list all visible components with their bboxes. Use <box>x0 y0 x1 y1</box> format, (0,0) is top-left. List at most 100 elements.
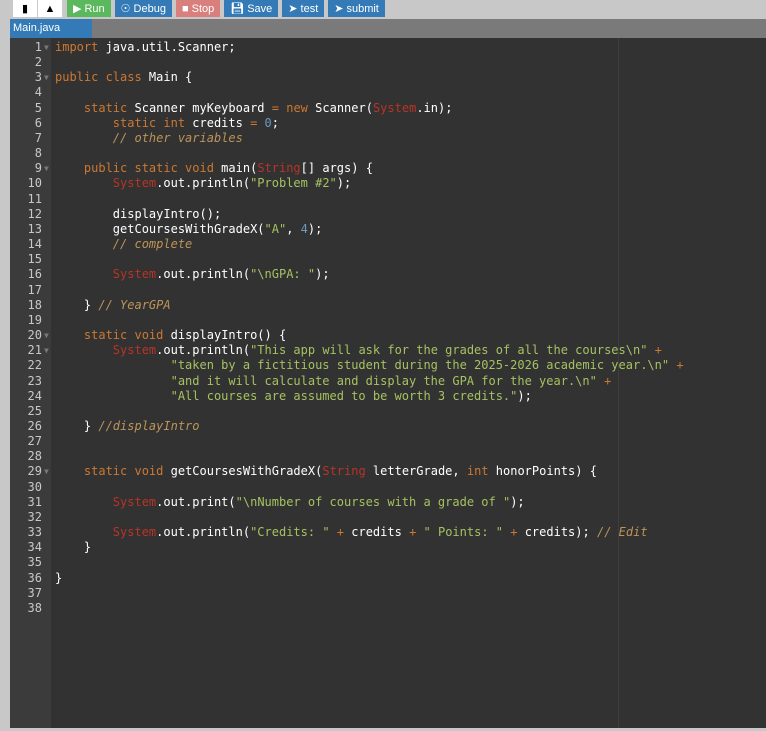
code-line[interactable]: 37 <box>10 586 766 601</box>
code-text: displayIntro(); <box>55 207 221 222</box>
code-line[interactable]: 11 <box>10 192 766 207</box>
token-comment: // complete <box>112 237 193 252</box>
token-comment: // YearGPA <box>98 297 171 312</box>
submit-button[interactable]: ➤ submit <box>328 0 385 17</box>
code-line[interactable]: 13 getCoursesWithGradeX("A", 4); <box>10 222 766 237</box>
line-number: 5 <box>34 100 42 115</box>
line-number: 19 <box>27 312 42 327</box>
stop-button[interactable]: ■ Stop <box>175 0 221 17</box>
code-line[interactable]: 34 } <box>10 540 766 555</box>
line-number: 15 <box>27 252 42 267</box>
code-line[interactable]: 16 System.out.println("\nGPA: "); <box>10 267 766 282</box>
save-button[interactable]: 💾︎ Save <box>224 0 279 17</box>
token-class: System <box>112 267 157 282</box>
code-editor[interactable]: 1 ▼ import java.util.Scanner; 2 3 ▼ public cla… <box>10 38 766 731</box>
code-text: static void displayIntro() { <box>55 328 286 343</box>
code-line[interactable]: 12 displayIntro(); <box>10 207 766 222</box>
debug-button[interactable]: ☉ Debug <box>114 0 172 17</box>
code-text: "taken by a fictitious student during th… <box>55 358 684 373</box>
code-line[interactable]: 8 <box>10 146 766 161</box>
line-number: 30 <box>27 479 42 494</box>
code-line[interactable]: 23 "and it will calculate and display th… <box>10 374 766 389</box>
toolbar: ▮ ▲ ▶ Run ☉ Debug ■ Stop 💾︎ Save ➤ test ➤ subm… <box>0 0 766 18</box>
code-line[interactable]: 24 "All courses are assumed to be worth … <box>10 389 766 404</box>
code-line[interactable]: 20 ▼ static void displayIntro() { <box>10 328 766 343</box>
code-line[interactable]: 14 // complete <box>10 237 766 252</box>
code-line[interactable]: 28 <box>10 449 766 464</box>
test-button[interactable]: ➤ test <box>282 0 325 17</box>
code-line[interactable]: 15 <box>10 252 766 267</box>
token-class: String <box>322 464 366 479</box>
token-keyword: + <box>676 358 684 373</box>
token-keyword: public static void <box>83 161 214 176</box>
token-number: 0 <box>264 115 272 130</box>
code-line[interactable]: 26 } //displayIntro <box>10 419 766 434</box>
code-line[interactable]: 25 <box>10 404 766 419</box>
code-text: static void getCoursesWithGradeX(String … <box>55 464 597 479</box>
file-icon: ▮ <box>21 3 29 15</box>
run-button[interactable]: ▶ Run <box>67 0 111 17</box>
code-line[interactable]: 6 static int credits = 0; <box>10 116 766 131</box>
code-line[interactable]: 2 <box>10 55 766 70</box>
line-number: 35 <box>27 555 42 570</box>
token-plain: credits <box>344 525 410 540</box>
fold-arrow-icon[interactable]: ▼ <box>44 328 49 343</box>
token-class: System <box>112 176 157 191</box>
upload-button[interactable]: ▲ <box>38 0 63 17</box>
code-text: } <box>55 540 91 555</box>
line-number: 29 <box>27 464 42 479</box>
code-line[interactable]: 17 <box>10 283 766 298</box>
line-number: 6 <box>34 115 42 130</box>
stop-label: Stop <box>191 2 215 15</box>
token-class: System <box>112 494 157 509</box>
code-line[interactable]: 7 // other variables <box>10 131 766 146</box>
code-line[interactable]: 5 static Scanner myKeyboard = new Scanne… <box>10 101 766 116</box>
fold-arrow-icon[interactable]: ▼ <box>44 40 49 55</box>
code-line[interactable]: 35 <box>10 555 766 570</box>
line-number: 12 <box>27 206 42 221</box>
save-icon: 💾︎ <box>230 3 245 15</box>
code-line[interactable]: 32 <box>10 510 766 525</box>
token-string: "Problem #2" <box>250 176 337 191</box>
code-line[interactable]: 18 } // YearGPA <box>10 298 766 313</box>
token-plain: getCoursesWithGradeX( <box>163 464 323 479</box>
fold-arrow-icon[interactable]: ▼ <box>44 343 49 358</box>
token-plain: .out.println( <box>156 176 251 191</box>
code-line[interactable]: 21 ▼ System.out.println("This app will as… <box>10 343 766 358</box>
code-line[interactable]: 10 System.out.println("Problem #2"); <box>10 176 766 191</box>
new-file-button[interactable]: ▮ <box>13 0 38 17</box>
code-line[interactable]: 19 <box>10 313 766 328</box>
code-line[interactable]: 3 ▼ public class Main { <box>10 70 766 85</box>
code-text: static int credits = 0; <box>55 116 279 131</box>
line-number: 20 <box>27 328 42 343</box>
code-line[interactable]: 27 <box>10 434 766 449</box>
code-text: } // YearGPA <box>55 298 171 313</box>
save-label: Save <box>247 2 273 15</box>
code-line[interactable]: 30 <box>10 480 766 495</box>
fold-arrow-icon[interactable]: ▼ <box>44 464 49 479</box>
code-line[interactable]: 31 System.out.print("\nNumber of courses… <box>10 495 766 510</box>
code-line[interactable]: 9 ▼ public static void main(String[] args… <box>10 161 766 176</box>
token-plain: .out.println( <box>156 525 251 540</box>
code-line[interactable]: 4 <box>10 85 766 100</box>
fold-arrow-icon[interactable]: ▼ <box>44 70 49 85</box>
token-string: "A" <box>264 221 287 236</box>
code-line[interactable]: 22 "taken by a fictitious student during… <box>10 358 766 373</box>
code-line[interactable]: 1 ▼ import java.util.Scanner; <box>10 40 766 55</box>
code-line[interactable]: 33 System.out.println("Credits: " + cred… <box>10 525 766 540</box>
fold-arrow-icon[interactable]: ▼ <box>44 161 49 176</box>
code-line[interactable]: 38 <box>10 601 766 616</box>
code-line[interactable]: 36} <box>10 571 766 586</box>
code-text: static Scanner myKeyboard = new Scanner(… <box>55 100 453 116</box>
token-plain: Scanner myKeyboard <box>127 100 272 115</box>
line-number: 21 <box>27 343 42 358</box>
token-plain: .out.println( <box>156 267 251 282</box>
tab-main-java[interactable]: Main.java <box>10 19 92 38</box>
code-line[interactable]: 29 ▼ static void getCoursesWithGradeX(Str… <box>10 464 766 479</box>
